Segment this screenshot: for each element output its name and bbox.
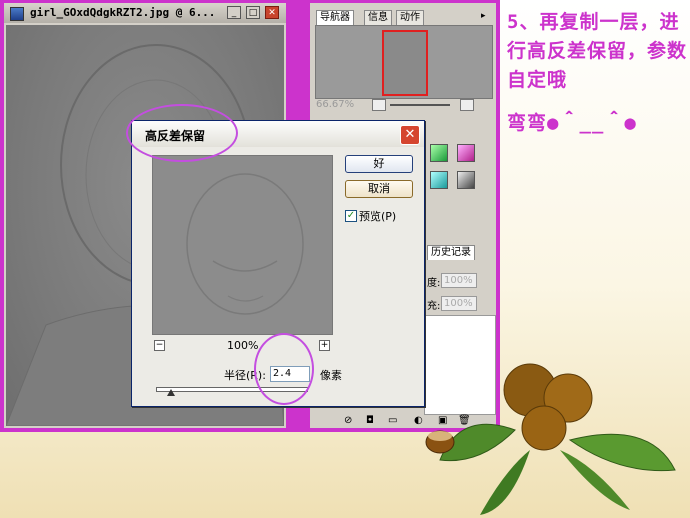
step-text: 5、再复制一层，进行高反差保留，参数自定哦: [507, 11, 688, 91]
instruction-text: 5、再复制一层，进行高反差保留，参数自定哦 弯弯●＾__＾●: [507, 8, 689, 138]
palette-menu-icon[interactable]: ▸: [481, 11, 486, 21]
layer-mask-icon[interactable]: ◘: [366, 415, 374, 426]
navigator-preview[interactable]: [315, 25, 493, 99]
fill-label: 充:: [427, 301, 441, 312]
radius-slider-knob[interactable]: [167, 389, 176, 396]
zoom-in-mountain-icon[interactable]: [460, 99, 474, 111]
navigator-view-box[interactable]: [382, 30, 428, 96]
emoticon-line: 弯弯●＾__＾●: [507, 112, 637, 134]
style-swatch-green[interactable]: [430, 144, 448, 162]
close-button[interactable]: ✕: [265, 6, 279, 19]
navigator-zoom-slider[interactable]: [390, 104, 450, 106]
highlight-circle-radius: [254, 333, 314, 405]
preview-zoom-level: 100%: [227, 339, 259, 352]
document-title: girl_GOxdQdgkRZT2.jpg @ 6...: [30, 6, 216, 19]
opacity-field[interactable]: 100%: [441, 273, 477, 288]
document-titlebar[interactable]: girl_GOxdQdgkRZT2.jpg @ 6... _ □ ✕: [4, 3, 286, 23]
radius-unit: 像素: [320, 369, 342, 382]
zoom-out-button[interactable]: −: [154, 340, 165, 351]
navigator-zoom[interactable]: 66.67%: [316, 99, 354, 110]
opacity-label: 度:: [427, 278, 441, 289]
tab-actions[interactable]: 动作: [396, 10, 424, 25]
cancel-button[interactable]: 取消: [345, 180, 413, 198]
style-swatch-magenta[interactable]: [457, 144, 475, 162]
tab-navigator[interactable]: 导航器: [316, 10, 354, 25]
tab-info[interactable]: 信息: [364, 10, 392, 25]
style-swatch-gray[interactable]: [457, 171, 475, 189]
tab-history[interactable]: 历史记录: [427, 245, 475, 260]
highlight-circle-title: [126, 104, 238, 162]
maximize-button[interactable]: □: [246, 6, 260, 19]
zoom-out-mountain-icon[interactable]: [372, 99, 386, 111]
new-set-icon[interactable]: ▭: [388, 415, 397, 426]
fill-field[interactable]: 100%: [441, 296, 477, 311]
layer-style-icon[interactable]: ⊘: [344, 415, 352, 426]
style-swatch-cyan[interactable]: [430, 171, 448, 189]
chestnut-decoration: [425, 363, 676, 515]
filter-preview[interactable]: [152, 155, 333, 335]
preview-checkbox[interactable]: ✓: [345, 210, 357, 222]
dialog-close-button[interactable]: ✕: [400, 125, 420, 145]
preview-face: [186, 173, 304, 315]
ok-button[interactable]: 好: [345, 155, 413, 173]
minimize-button[interactable]: _: [227, 6, 241, 19]
preview-checkbox-label[interactable]: 预览(P): [359, 208, 396, 224]
photoshop-doc-icon: [10, 7, 24, 21]
zoom-in-button[interactable]: +: [319, 340, 330, 351]
